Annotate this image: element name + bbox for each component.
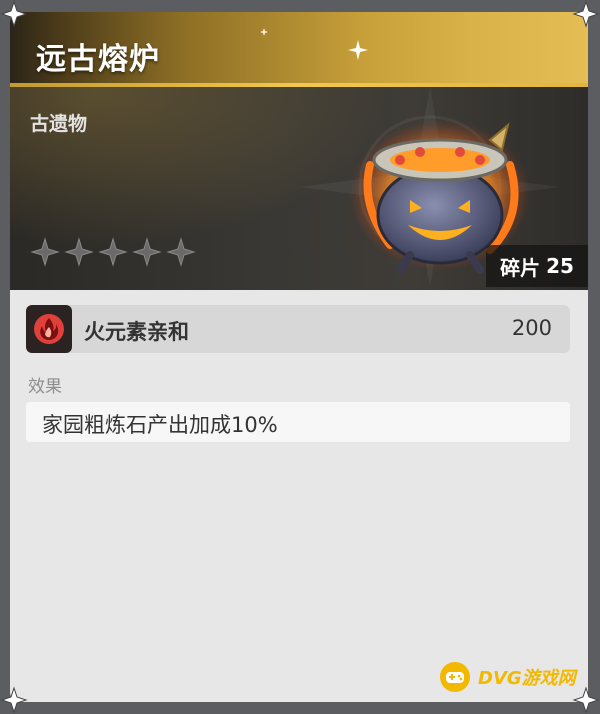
sparkle-small-icon	[260, 28, 268, 36]
fragment-count: 25	[546, 254, 574, 278]
rarity-stars	[30, 237, 196, 267]
fire-element-icon	[26, 305, 72, 353]
corner-ornament-top-right	[572, 0, 600, 28]
star-empty-icon	[166, 237, 196, 267]
star-empty-icon	[132, 237, 162, 267]
effect-box: 家园粗炼石产出加成10%	[26, 402, 570, 442]
star-empty-icon	[64, 237, 94, 267]
relic-banner: 古遗物 碎片 25	[10, 87, 588, 290]
corner-ornament-bottom-left	[0, 686, 28, 714]
star-empty-icon	[98, 237, 128, 267]
sparkle-icon	[348, 40, 368, 60]
corner-ornament-bottom-right	[572, 686, 600, 714]
relic-detail-card: 远古熔炉 古遗物 碎片 25 火元素亲和 200 效果 家园粗炼石产出加成10%	[10, 12, 588, 702]
site-watermark: DVG游戏网	[440, 662, 576, 692]
stat-name: 火元素亲和	[84, 320, 189, 344]
relic-title: 远古熔炉	[36, 42, 160, 77]
watermark-text: DVG游戏网	[478, 668, 576, 689]
corner-ornament-top-left	[0, 0, 28, 28]
stat-row-fire-affinity: 火元素亲和 200	[26, 305, 570, 353]
effect-text: 家园粗炼石产出加成10%	[42, 413, 278, 437]
effect-label: 效果	[28, 377, 62, 397]
relic-category: 古遗物	[30, 113, 88, 135]
relic-header: 远古熔炉	[10, 12, 588, 87]
star-empty-icon	[30, 237, 60, 267]
gamepad-icon	[440, 662, 470, 692]
stat-value: 200	[511, 316, 552, 340]
fragment-count-badge: 碎片 25	[486, 245, 588, 287]
fragment-label: 碎片	[500, 255, 541, 280]
